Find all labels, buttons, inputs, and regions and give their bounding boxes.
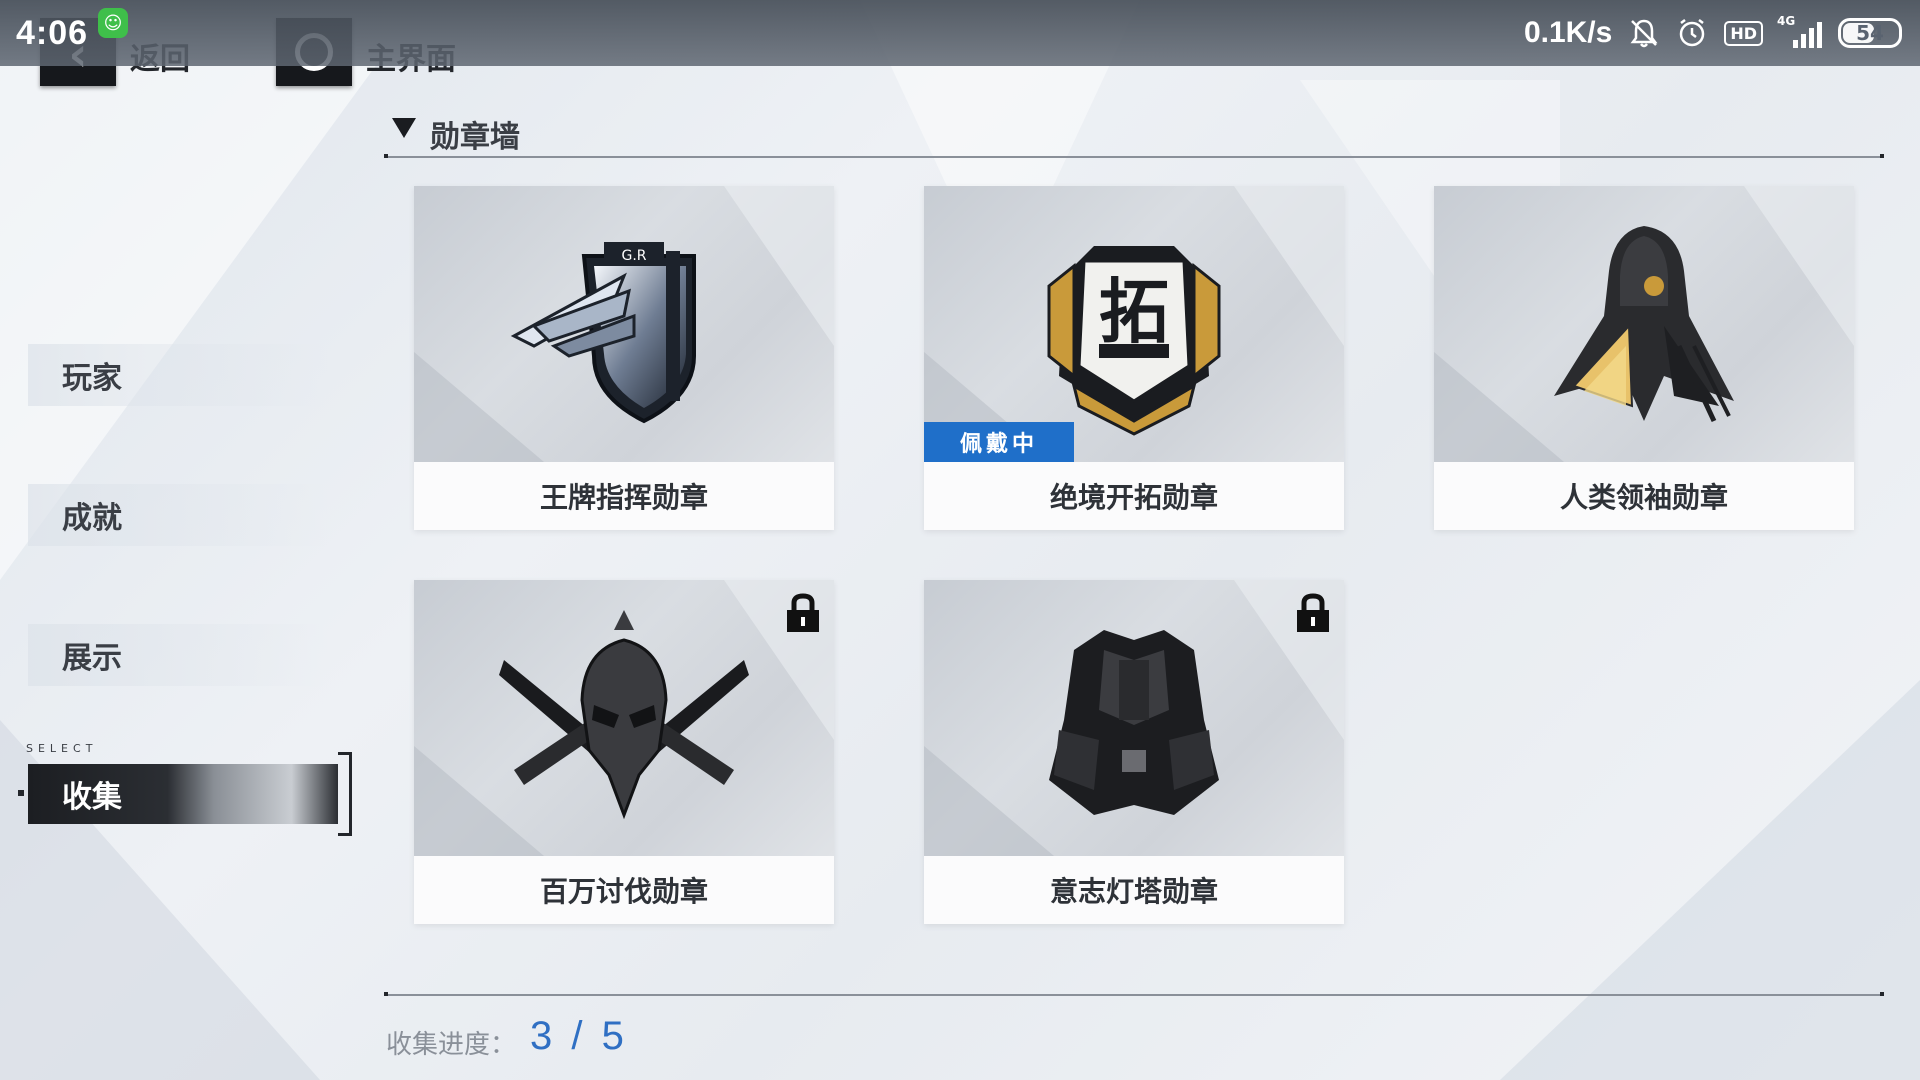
app-notification-icon: ☺ [98, 8, 129, 38]
sidebar-item-achievements[interactable]: 成就 [28, 484, 328, 546]
background-shard [1500, 680, 1920, 1080]
medal-emblem-text: 拓 [1099, 271, 1169, 353]
medal-card-equipped[interactable]: 拓 佩戴中 绝境开拓勋章 [924, 186, 1344, 530]
medal-name: 百万讨伐勋章 [414, 856, 834, 924]
lock-icon [1297, 593, 1329, 632]
battery-level: 54 [1856, 21, 1884, 45]
selection-bracket [338, 752, 352, 836]
gold-frame-medal-icon: 拓 [1047, 246, 1221, 436]
sidebar-item-label: 收集 [62, 780, 122, 815]
sidebar-item-showcase[interactable]: 展示 [28, 624, 328, 686]
medal-card[interactable]: 人类领袖勋章 [1434, 186, 1854, 530]
status-indicators: 0.1K/s HD 4G 54 [1524, 0, 1902, 66]
medal-name: 意志灯塔勋章 [924, 856, 1344, 924]
select-tag: SELECT [26, 742, 98, 755]
hooded-leader-medal-icon [1554, 226, 1734, 423]
equipped-badge: 佩戴中 [924, 422, 1074, 462]
sidebar-item-collection[interactable]: 收集 [28, 764, 338, 824]
beacon-armor-medal-icon [1049, 630, 1219, 815]
sidebar-item-label: 成就 [62, 501, 122, 536]
section-title[interactable]: 勋章墙 [430, 112, 520, 156]
battery-icon: 54 [1838, 18, 1902, 48]
lock-icon [787, 593, 819, 632]
medal-card-locked[interactable]: 百万讨伐勋章 [414, 580, 834, 924]
network-type-label: 4G [1777, 14, 1796, 28]
sidebar-item-player[interactable]: 玩家 [28, 344, 328, 406]
medal-card[interactable]: G.R 王牌指挥勋章 [414, 186, 834, 530]
progress-label: 收集进度： [386, 1030, 517, 1060]
medal-name: 人类领袖勋章 [1434, 462, 1854, 530]
status-bar: 4:06 ☺ 0.1K/s HD 4G 54 [0, 0, 1920, 66]
medal-card-locked[interactable]: 意志灯塔勋章 [924, 580, 1344, 924]
svg-text:G.R: G.R [621, 248, 646, 264]
signal-strength-icon: 4G [1777, 14, 1822, 48]
crossed-blades-skull-medal-icon [499, 610, 749, 820]
selection-dot [18, 790, 24, 796]
medal-name: 王牌指挥勋章 [414, 462, 834, 530]
alarm-clock-icon [1680, 19, 1705, 47]
network-speed: 0.1K/s [1523, 16, 1613, 49]
bottom-divider [384, 992, 1884, 996]
medal-name: 绝境开拓勋章 [924, 462, 1344, 530]
collapse-triangle-icon[interactable] [392, 118, 416, 138]
bell-muted-icon [1630, 19, 1658, 48]
progress-value: 3 / 5 [530, 1014, 628, 1058]
status-time: 4:06 [16, 13, 89, 52]
wing-shield-medal-icon: G.R [510, 242, 696, 424]
hd-badge: HD [1724, 20, 1763, 46]
sidebar-item-label: 展示 [62, 641, 122, 676]
section-divider [384, 154, 1884, 158]
sidebar-item-label: 玩家 [62, 361, 122, 396]
